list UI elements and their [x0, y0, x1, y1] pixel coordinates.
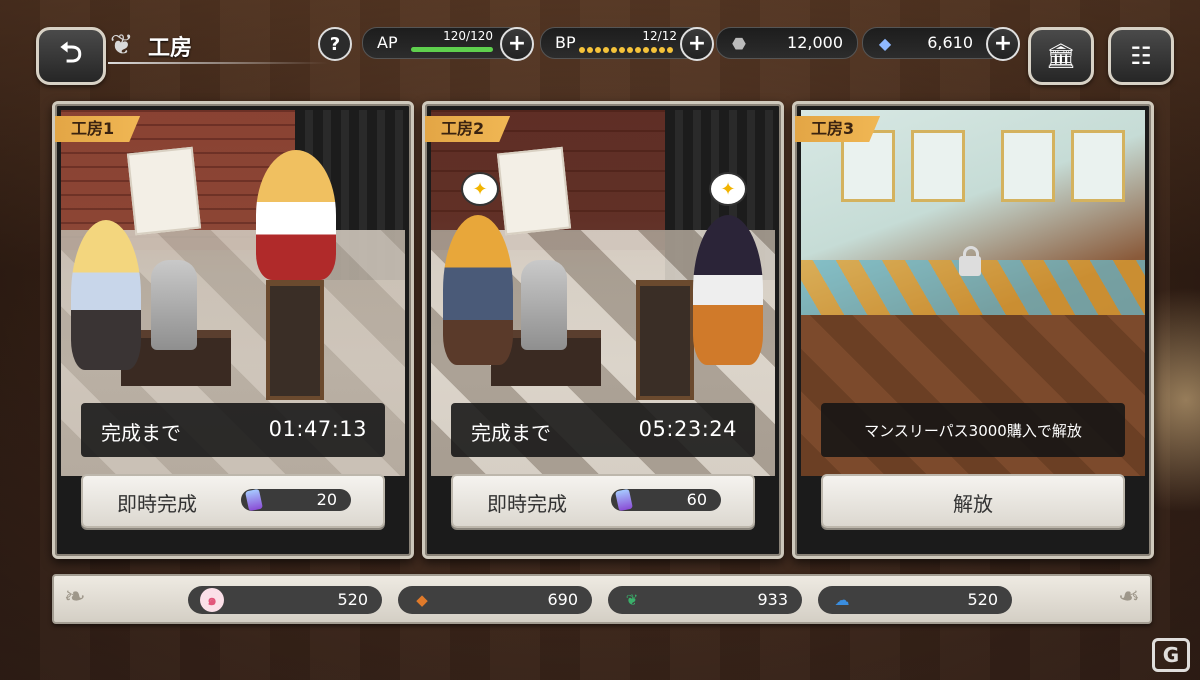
museum-button[interactable]: 🏛 [1028, 27, 1094, 85]
wall-panel [1001, 130, 1055, 202]
character-blonde-ponytail[interactable] [256, 150, 336, 280]
timer-label: 完成まで [101, 421, 181, 445]
cost-value: 60 [686, 490, 707, 509]
ap-value: 120/120 [443, 29, 493, 43]
wall-panel [1071, 130, 1125, 202]
ornament-left-icon: ❧ [64, 582, 86, 612]
ore-stat: ⬣ 12,000 [716, 27, 858, 59]
bp-dot [603, 47, 609, 53]
green-leaf-icon: ❦ [625, 591, 639, 609]
crystal-icon [615, 488, 633, 512]
sketch-canvas [126, 146, 202, 236]
action-label: 即時完成 [117, 492, 197, 516]
easel [636, 280, 694, 400]
grid-menu-icon: ☷ [1130, 42, 1152, 70]
material-pink[interactable]: ๑ 520 [188, 586, 382, 614]
pink-swirl-icon: ๑ [200, 588, 224, 612]
cost-pill: 60 [611, 488, 721, 512]
bp-dot [659, 47, 665, 53]
crystal-icon [245, 488, 263, 512]
museum-icon: 🏛 [1045, 42, 1077, 70]
bp-dot [635, 47, 641, 53]
crystal-stat: ◆ 6,610 [862, 27, 1004, 59]
ap-plus-button[interactable]: + [500, 27, 534, 61]
site-logo-icon: G [1152, 638, 1190, 672]
ap-gauge [411, 47, 493, 52]
material-blue[interactable]: ☁ 520 [818, 586, 1012, 614]
workshop-3-tag: 工房3 [795, 116, 881, 142]
timer-value: 01:47:13 [268, 417, 367, 441]
ap-gauge-fill [411, 47, 493, 52]
cost-pill: 20 [241, 488, 351, 512]
title-underline [108, 62, 328, 64]
action-label: 即時完成 [487, 492, 567, 516]
unlock-button[interactable]: 解放 [821, 474, 1125, 528]
material-value: 520 [337, 590, 368, 609]
cost-value: 20 [316, 490, 337, 509]
character-yellow-hat[interactable] [443, 215, 513, 365]
action-label: 解放 [953, 492, 993, 516]
ore-icon: ⬣ [732, 33, 746, 53]
bp-dot [611, 47, 617, 53]
wall-panel [911, 130, 965, 202]
bp-dot [643, 47, 649, 53]
sparkle-bubble-icon: ✦ [709, 172, 747, 206]
workshop-1-timer: 完成まで 01:47:13 [81, 403, 385, 457]
orange-diamond-icon: ◆ [416, 591, 428, 609]
materials-bar: ❧ ❧ ๑ 520 ◆ 690 ❦ 933 ☁ 520 [52, 574, 1152, 624]
instant-complete-button-1[interactable]: 即時完成 20 [81, 474, 385, 528]
crystal-icon: ◆ [878, 33, 892, 53]
bp-dot [587, 47, 593, 53]
bp-plus-button[interactable]: + [680, 27, 714, 61]
bp-dot [579, 47, 585, 53]
menu-button[interactable]: ☷ [1108, 27, 1174, 85]
workshop-2-timer: 完成まで 05:23:24 [451, 403, 755, 457]
easel [266, 280, 324, 400]
material-value: 933 [757, 590, 788, 609]
workshop-card-3[interactable]: 工房3 マンスリーパス3000購入で解放 解放 [792, 101, 1154, 559]
ap-label: AP [377, 33, 398, 52]
material-value: 520 [967, 590, 998, 609]
character-blonde-glasses[interactable] [71, 220, 141, 370]
material-green[interactable]: ❦ 933 [608, 586, 802, 614]
workshop-1-tag: 工房1 [55, 116, 141, 142]
workshop-card-1[interactable]: 工房1 完成まで 01:47:13 即時完成 20 [52, 101, 414, 559]
bp-label: BP [555, 33, 576, 52]
sparkle-bubble-icon: ✦ [461, 172, 499, 206]
bp-dot [651, 47, 657, 53]
unlock-requirement-box: マンスリーパス3000購入で解放 [821, 403, 1125, 457]
timer-label: 完成まで [471, 421, 551, 445]
crystal-plus-button[interactable]: + [986, 27, 1020, 61]
sketch-canvas [496, 146, 572, 236]
ore-value: 12,000 [787, 33, 843, 52]
statue [151, 260, 197, 350]
unlock-requirement-text: マンスリーパス3000購入で解放 [864, 422, 1082, 440]
material-value: 690 [547, 590, 578, 609]
bp-value: 12/12 [642, 29, 677, 43]
lock-icon [959, 246, 981, 276]
blue-cloud-icon: ☁ [834, 591, 850, 609]
help-button[interactable]: ? [318, 27, 352, 61]
crystal-value: 6,610 [927, 33, 973, 52]
bp-dot [667, 47, 673, 53]
bp-dot [619, 47, 625, 53]
statue [521, 260, 567, 350]
material-orange[interactable]: ◆ 690 [398, 586, 592, 614]
workshop-2-tag: 工房2 [425, 116, 511, 142]
timer-value: 05:23:24 [638, 417, 737, 441]
back-button[interactable]: ⮌ [36, 27, 106, 85]
workshop-card-2[interactable]: ✦ ✦ 工房2 完成まで 05:23:24 即時完成 60 [422, 101, 784, 559]
workshop-emblem-icon: ❦ [110, 28, 134, 61]
back-arrow-icon: ⮌ [59, 36, 83, 69]
page-header: ❦ 工房 [108, 22, 338, 68]
instant-complete-button-2[interactable]: 即時完成 60 [451, 474, 755, 528]
page-title: 工房 [148, 36, 193, 61]
ornament-right-icon: ❧ [1118, 582, 1140, 612]
bp-dot [627, 47, 633, 53]
character-dark-hair[interactable] [693, 215, 763, 365]
bp-dot [595, 47, 601, 53]
bp-dots [579, 47, 673, 53]
